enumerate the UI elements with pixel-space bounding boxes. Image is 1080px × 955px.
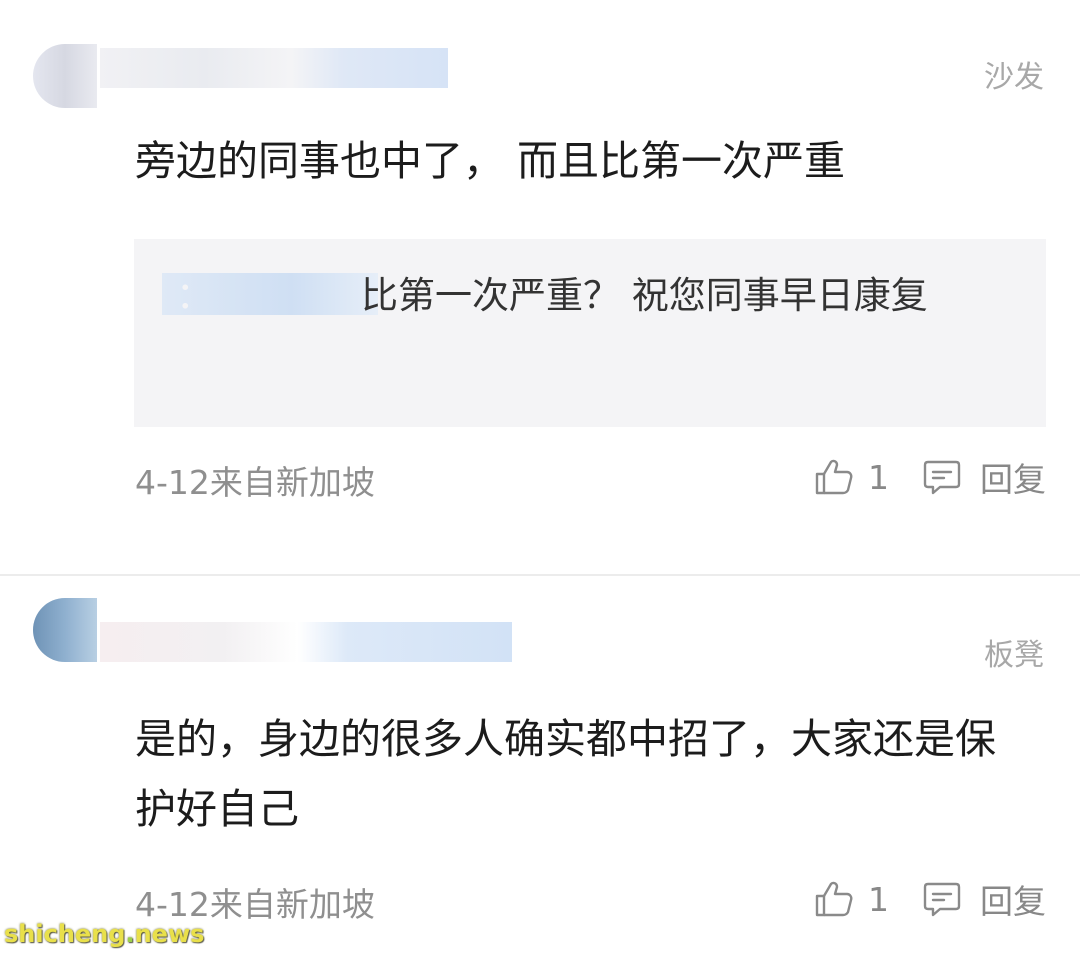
watermark-prefix: shicheng (4, 920, 126, 948)
quoted-reply-body: ：比第一次严重？ 祝您同事早日康复 (176, 274, 928, 317)
reply-button[interactable]: 回复 (980, 453, 1046, 501)
comment-actions: 1 回复 (814, 874, 1046, 924)
comment-item: 板凳 是的，身边的很多人确实都中招了，大家还是保护好自己 4-12来自新加坡 1… (0, 576, 1080, 955)
watermark-suffix: news (134, 920, 205, 948)
quoted-reply[interactable]: ：比第一次严重？ 祝您同事早日康复 (134, 239, 1046, 427)
watermark: shicheng.news (4, 920, 204, 948)
reply-icon[interactable] (922, 879, 962, 919)
quoted-reply-text: 比第一次严重？ 祝您同事早日康复 (361, 274, 928, 317)
avatar[interactable] (33, 44, 97, 108)
username-blurred[interactable] (100, 48, 448, 88)
like-count: 1 (868, 879, 889, 919)
like-count: 1 (868, 457, 889, 497)
comment-text[interactable]: 旁边的同事也中了， 而且比第一次严重 (135, 126, 1015, 196)
floor-label: 板凳 (984, 638, 1044, 673)
reply-button[interactable]: 回复 (980, 875, 1046, 923)
comment-text[interactable]: 是的，身边的很多人确实都中招了，大家还是保护好自己 (135, 704, 1015, 844)
username-blurred[interactable] (100, 622, 512, 662)
thumbs-up-icon[interactable] (814, 457, 854, 497)
watermark-dot: . (125, 920, 135, 948)
comment-item: 沙发 旁边的同事也中了， 而且比第一次严重 ：比第一次严重？ 祝您同事早日康复 … (0, 0, 1080, 575)
thumbs-up-icon[interactable] (814, 879, 854, 919)
comment-actions: 1 回复 (814, 452, 1046, 502)
reply-icon[interactable] (922, 457, 962, 497)
floor-label: 沙发 (984, 60, 1044, 95)
avatar[interactable] (33, 598, 97, 662)
comment-meta: 4-12来自新加坡 (135, 463, 375, 502)
comment-meta: 4-12来自新加坡 (135, 885, 375, 924)
